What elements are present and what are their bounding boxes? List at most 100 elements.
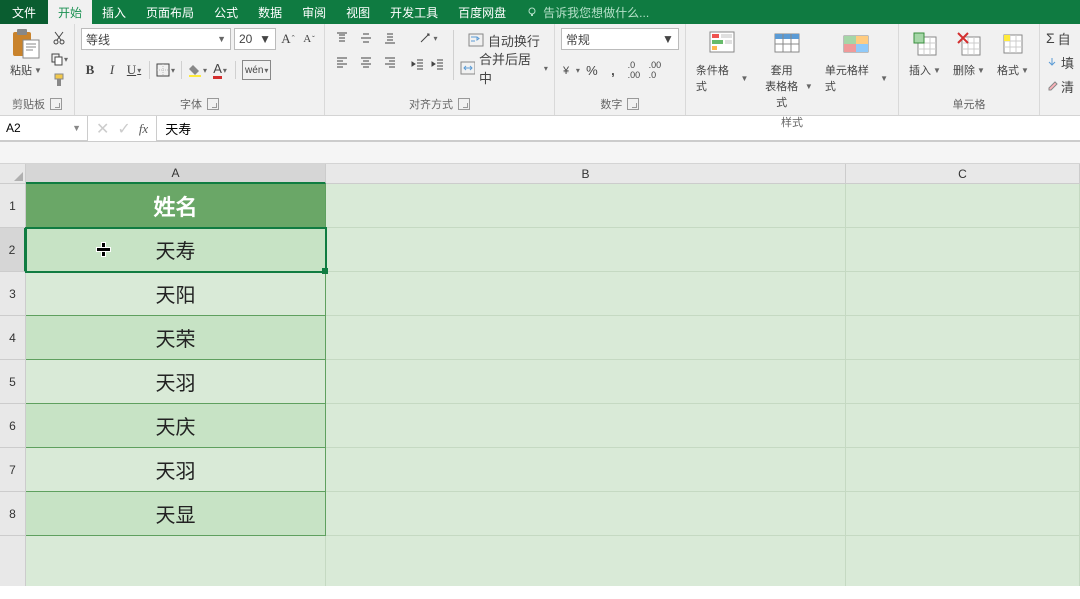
decrease-decimal-button[interactable]: .00.0 — [646, 60, 664, 80]
formula-input[interactable]: 天寿 — [156, 116, 1080, 141]
align-middle-button[interactable] — [355, 28, 377, 48]
font-color-button[interactable]: A▾ — [211, 60, 229, 80]
align-left-button[interactable] — [331, 52, 353, 72]
format-painter-button[interactable] — [50, 71, 68, 89]
ribbon-tab-7[interactable]: 开发工具 — [380, 0, 448, 24]
cell-C7[interactable] — [846, 448, 1080, 492]
decrease-indent-button[interactable] — [409, 54, 427, 74]
merge-center-button[interactable]: 合并后居中▾ — [460, 58, 548, 78]
cancel-icon[interactable]: ✕ — [96, 119, 109, 139]
dialog-launcher-icon[interactable] — [627, 98, 639, 110]
col-head-B[interactable]: B — [326, 164, 846, 184]
ribbon-tab-6[interactable]: 视图 — [336, 0, 380, 24]
cell-B4[interactable] — [326, 316, 846, 360]
cell-A7[interactable]: 天羽 — [26, 448, 326, 492]
clear-button[interactable]: 清 — [1046, 76, 1074, 96]
dialog-launcher-icon[interactable] — [207, 98, 219, 110]
row-head-6[interactable]: 6 — [0, 404, 26, 448]
font-name-select[interactable]: 等线▼ — [81, 28, 231, 50]
cell-B1[interactable] — [326, 184, 846, 228]
name-box[interactable]: A2▼ — [0, 116, 88, 141]
orientation-button[interactable]: ▾ — [409, 28, 447, 48]
cell-A6[interactable]: 天庆 — [26, 404, 326, 448]
cell-blank[interactable] — [326, 536, 846, 586]
cell-B6[interactable] — [326, 404, 846, 448]
decrease-font-button[interactable]: Aˇ — [300, 29, 318, 49]
cell-C5[interactable] — [846, 360, 1080, 404]
fx-icon[interactable]: fx — [139, 121, 148, 137]
fill-color-button[interactable]: ▾ — [188, 60, 207, 80]
increase-indent-button[interactable] — [429, 54, 447, 74]
comma-button[interactable]: , — [604, 60, 622, 80]
align-top-button[interactable] — [331, 28, 353, 48]
col-head-A[interactable]: A — [26, 164, 326, 184]
ribbon-tab-4[interactable]: 数据 — [248, 0, 292, 24]
cell-C8[interactable] — [846, 492, 1080, 536]
cell-B2[interactable] — [326, 228, 846, 272]
row-head-3[interactable]: 3 — [0, 272, 26, 316]
conditional-format-button[interactable]: 条件格式▼ — [692, 26, 752, 96]
copy-button[interactable]: ▾ — [50, 50, 68, 68]
col-head-C[interactable]: C — [846, 164, 1080, 184]
currency-button[interactable]: ¥▾ — [561, 60, 580, 80]
cell-C1[interactable] — [846, 184, 1080, 228]
cell-B3[interactable] — [326, 272, 846, 316]
paste-button[interactable]: 粘贴▼ — [6, 26, 46, 80]
align-right-button[interactable] — [379, 52, 401, 72]
cell-C3[interactable] — [846, 272, 1080, 316]
formula-bar-expander[interactable] — [0, 142, 1080, 164]
cell-A8[interactable]: 天显 — [26, 492, 326, 536]
increase-font-button[interactable]: Aˆ — [279, 29, 297, 49]
cell-C6[interactable] — [846, 404, 1080, 448]
select-all-corner[interactable] — [0, 164, 26, 184]
cell-C4[interactable] — [846, 316, 1080, 360]
cell-A5[interactable]: 天羽 — [26, 360, 326, 404]
cell-A1[interactable]: 姓名 — [26, 184, 326, 228]
delete-cells-button[interactable]: 删除▼ — [949, 26, 989, 80]
row-head-4[interactable]: 4 — [0, 316, 26, 360]
cut-button[interactable] — [50, 29, 68, 47]
ribbon-tab-2[interactable]: 页面布局 — [136, 0, 204, 24]
row-head-1[interactable]: 1 — [0, 184, 26, 228]
ribbon-tab-3[interactable]: 公式 — [204, 0, 248, 24]
cell-B7[interactable] — [326, 448, 846, 492]
file-menu[interactable]: 文件 — [0, 0, 48, 24]
align-bottom-button[interactable] — [379, 28, 401, 48]
insert-cells-button[interactable]: 插入▼ — [905, 26, 945, 80]
cell-A3[interactable]: 天阳 — [26, 272, 326, 316]
cell-B8[interactable] — [326, 492, 846, 536]
increase-decimal-button[interactable]: .0.00 — [625, 60, 643, 80]
enter-icon[interactable]: ✓ — [117, 119, 130, 139]
format-as-table-button[interactable]: 套用 表格格式▼ — [756, 26, 816, 112]
row-head-7[interactable]: 7 — [0, 448, 26, 492]
number-format-select[interactable]: 常规▼ — [561, 28, 679, 50]
italic-button[interactable]: I — [103, 60, 121, 80]
format-cells-button[interactable]: 格式▼ — [993, 26, 1033, 80]
dialog-launcher-icon[interactable] — [50, 98, 62, 110]
percent-button[interactable]: % — [583, 60, 601, 80]
wrap-text-button[interactable]: 自动换行 — [460, 30, 548, 50]
ribbon-tab-1[interactable]: 插入 — [92, 0, 136, 24]
bold-button[interactable]: B — [81, 60, 99, 80]
cell-styles-button[interactable]: 单元格样式▼ — [821, 26, 892, 96]
dialog-launcher-icon[interactable] — [458, 98, 470, 110]
autosum-button[interactable]: Σ自 — [1046, 28, 1071, 48]
cell-A2[interactable]: 天寿 — [26, 228, 326, 272]
row-head-blank[interactable] — [0, 536, 26, 586]
row-head-5[interactable]: 5 — [0, 360, 26, 404]
row-head-2[interactable]: 2 — [0, 228, 26, 272]
fill-button[interactable]: 填 — [1046, 52, 1074, 72]
cell-blank[interactable] — [846, 536, 1080, 586]
ribbon-tab-5[interactable]: 审阅 — [292, 0, 336, 24]
underline-button[interactable]: U▾ — [125, 60, 143, 80]
font-size-select[interactable]: 20▼ — [234, 28, 276, 50]
ribbon-tab-8[interactable]: 百度网盘 — [448, 0, 516, 24]
align-center-button[interactable] — [355, 52, 377, 72]
phonetic-button[interactable]: wén▾ — [242, 60, 271, 80]
ribbon-tab-0[interactable]: 开始 — [48, 0, 92, 24]
row-head-8[interactable]: 8 — [0, 492, 26, 536]
border-button[interactable]: ▾ — [156, 60, 175, 80]
cell-A4[interactable]: 天荣 — [26, 316, 326, 360]
cell-C2[interactable] — [846, 228, 1080, 272]
cell-blank[interactable] — [26, 536, 326, 586]
